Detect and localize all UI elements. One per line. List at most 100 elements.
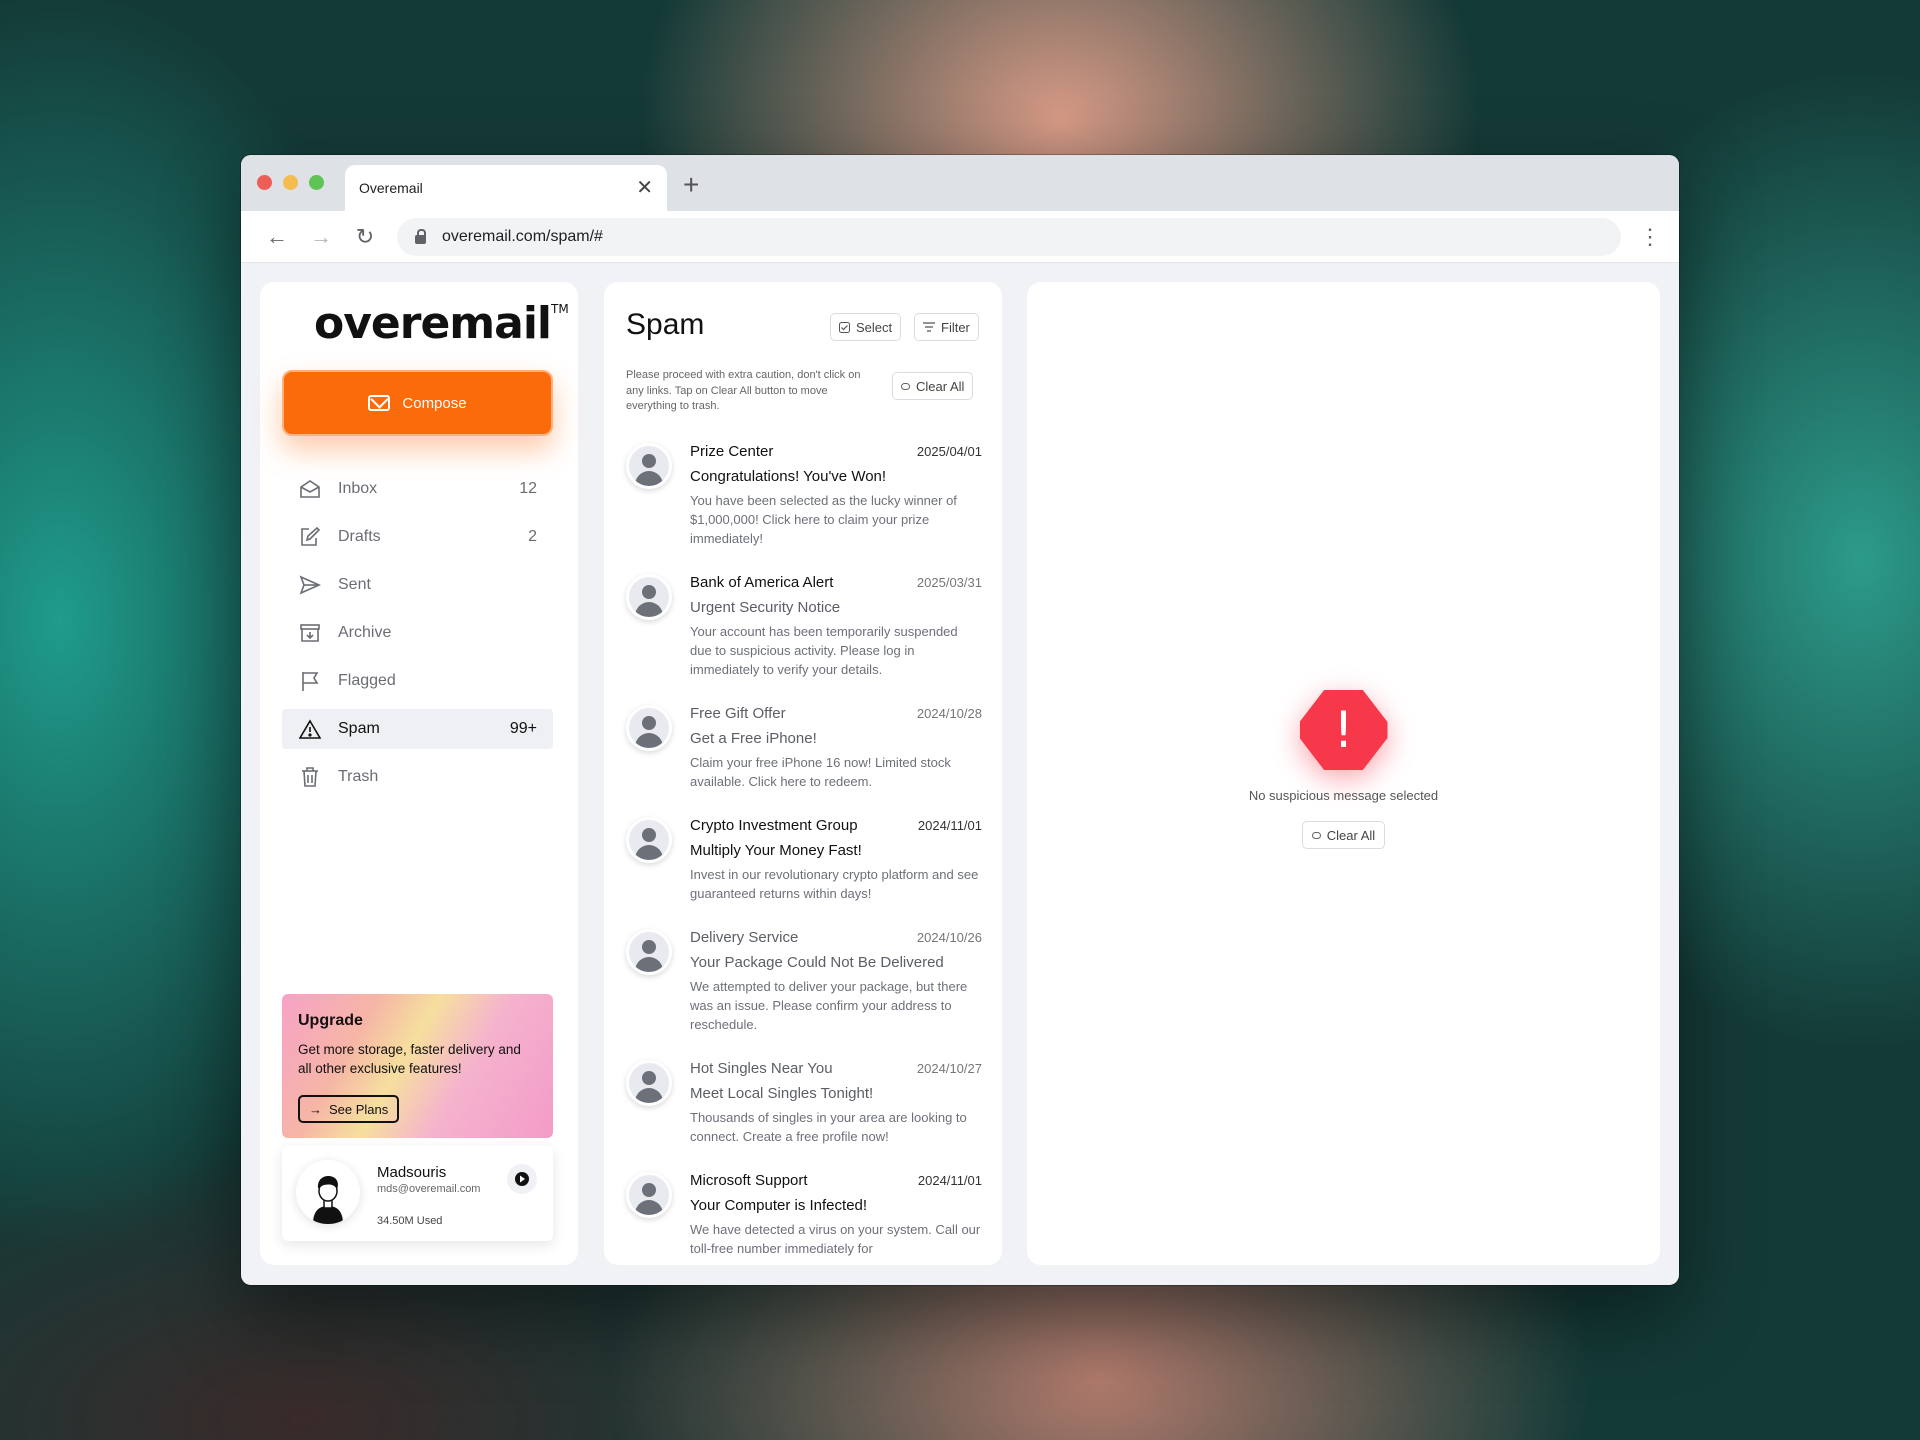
- profile-name: Madsouris: [377, 1164, 447, 1181]
- sidebar-item-count: 12: [519, 480, 537, 497]
- empty-state-text: No suspicious message selected: [1248, 788, 1439, 803]
- sidebar-item-label: Flagged: [338, 672, 396, 689]
- message-date: 2025/04/01: [916, 444, 982, 459]
- sender-avatar: [626, 705, 672, 751]
- message-subject: Your Computer is Infected!: [690, 1197, 868, 1214]
- list-item[interactable]: Microsoft Support 2024/11/01 Your Compute…: [626, 1172, 982, 1265]
- compose-button[interactable]: Compose: [282, 370, 553, 436]
- sidebar-item-flagged[interactable]: Flagged: [282, 661, 553, 701]
- inbox-icon: [298, 477, 322, 501]
- sidebar-item-sent[interactable]: Sent: [282, 565, 553, 605]
- message-subject: Get a Free iPhone!: [690, 730, 817, 747]
- url-field[interactable]: overemail.com/spam/#: [397, 217, 1621, 256]
- sidebar-item-archive[interactable]: Archive: [282, 613, 553, 653]
- eraser-icon: [901, 382, 910, 390]
- sidebar-item-label: Drafts: [338, 528, 381, 545]
- clear-all-label: Clear All: [1326, 827, 1376, 843]
- message-subject: Urgent Security Notice: [690, 599, 841, 616]
- upgrade-text: Get more storage, faster delivery and al…: [298, 1042, 521, 1076]
- flag-icon: [298, 669, 322, 693]
- message-preview: We have detected a virus on your system.…: [690, 1222, 981, 1256]
- alert-octagon-icon: !: [1299, 690, 1388, 770]
- clear-all-button[interactable]: Clear All: [892, 372, 974, 400]
- filter-icon: [923, 322, 935, 332]
- upgrade-title: Upgrade: [298, 1012, 363, 1029]
- message-date: 2024/11/01: [917, 1173, 982, 1188]
- sender-avatar: [626, 929, 672, 975]
- message-preview: You have been selected as the lucky winn…: [690, 493, 957, 546]
- message-detail-panel: ! No suspicious message selected Clear A…: [1027, 282, 1660, 1265]
- address-bar-row: ← → ↻ overemail.com/spam/# ⋮: [241, 211, 1679, 263]
- see-plans-button[interactable]: → See Plans: [298, 1095, 400, 1123]
- folder-nav: Inbox 12 Drafts 2 Sent Archive Flagged S…: [282, 469, 553, 805]
- message-preview: Claim your free iPhone 16 now! Limited s…: [690, 755, 951, 789]
- upgrade-card: Upgrade Get more storage, faster deliver…: [282, 994, 553, 1138]
- window-controls: [257, 175, 324, 190]
- sender-name: Delivery Service: [690, 929, 799, 946]
- see-plans-label: See Plans: [329, 1101, 389, 1117]
- minimize-window-button[interactable]: [283, 175, 298, 190]
- message-subject: Your Package Could Not Be Delivered: [690, 954, 944, 971]
- new-tab-icon[interactable]: +: [683, 171, 699, 199]
- filter-label: Filter: [941, 319, 970, 335]
- sender-avatar: [626, 443, 672, 489]
- lock-icon: [415, 228, 426, 244]
- page-title: Spam: [626, 308, 705, 341]
- clear-all-button[interactable]: Clear All: [1301, 821, 1386, 849]
- drafts-icon: [298, 525, 322, 549]
- sent-icon: [298, 573, 322, 597]
- avatar[interactable]: [296, 1160, 360, 1224]
- list-item[interactable]: Delivery Service 2024/10/26 Your Package …: [626, 929, 982, 1060]
- select-label: Select: [856, 319, 893, 335]
- list-item[interactable]: Free Gift Offer 2024/10/28 Get a Free iPh…: [626, 705, 982, 817]
- list-item[interactable]: Bank of America Alert 2025/03/31 Urgent S…: [626, 574, 982, 705]
- filter-button[interactable]: Filter: [914, 313, 979, 341]
- trash-icon: [298, 765, 322, 789]
- logo-trademark: TM: [551, 302, 569, 316]
- app-logo[interactable]: overemailTM: [314, 298, 569, 349]
- envelope-icon: [368, 395, 391, 411]
- sidebar-item-label: Sent: [338, 576, 371, 593]
- compose-label: Compose: [402, 394, 467, 412]
- forward-icon[interactable]: →: [299, 224, 343, 250]
- list-item[interactable]: Prize Center 2025/04/01 Congratulations! …: [626, 443, 982, 574]
- tab-bar: Overemail ✕ +: [241, 155, 1679, 211]
- sidebar-item-spam[interactable]: Spam 99+: [282, 709, 553, 749]
- caution-notice: Please proceed with extra caution, don't…: [626, 369, 861, 412]
- sender-avatar: [626, 1172, 672, 1218]
- clear-all-label: Clear All: [916, 378, 965, 394]
- list-item[interactable]: Crypto Investment Group 2024/11/01 Multip…: [626, 817, 982, 929]
- sidebar-item-count: 2: [528, 528, 537, 545]
- message-date: 2024/10/27: [916, 1061, 982, 1076]
- sidebar-item-label: Inbox: [338, 480, 378, 497]
- eraser-icon: [1311, 831, 1321, 839]
- message-date: 2025/03/31: [916, 575, 982, 590]
- profile-card: Madsouris mds@overemail.com 34.50M Used: [282, 1146, 553, 1241]
- url-text: overemail.com/spam/#: [442, 227, 603, 245]
- browser-tab[interactable]: Overemail ✕: [345, 165, 667, 211]
- maximize-window-button[interactable]: [309, 175, 324, 190]
- reload-icon[interactable]: ↻: [343, 224, 387, 250]
- sidebar-item-trash[interactable]: Trash: [282, 757, 553, 797]
- profile-email: mds@overemail.com: [377, 1183, 481, 1195]
- select-button[interactable]: Select: [830, 313, 902, 341]
- sidebar-item-inbox[interactable]: Inbox 12: [282, 469, 553, 509]
- message-subject: Congratulations! You've Won!: [690, 468, 887, 485]
- sidebar-item-label: Spam: [338, 720, 380, 737]
- close-tab-icon[interactable]: ✕: [636, 178, 653, 198]
- message-date: 2024/11/01: [917, 818, 982, 833]
- sidebar-item-drafts[interactable]: Drafts 2: [282, 517, 553, 557]
- message-preview: Your account has been temporarily suspen…: [690, 624, 958, 677]
- message-subject: Meet Local Singles Tonight!: [690, 1085, 874, 1102]
- profile-menu-icon[interactable]: [507, 1164, 537, 1194]
- back-icon[interactable]: ←: [255, 224, 299, 250]
- browser-menu-icon[interactable]: ⋮: [1635, 225, 1665, 248]
- sender-name: Bank of America Alert: [690, 574, 834, 591]
- sidebar-item-label: Archive: [338, 624, 392, 641]
- sender-name: Crypto Investment Group: [690, 817, 858, 834]
- sender-name: Hot Singles Near You: [690, 1060, 833, 1077]
- browser-window: Overemail ✕ + ← → ↻ overemail.com/spam/#…: [241, 155, 1679, 1285]
- close-window-button[interactable]: [257, 175, 272, 190]
- sidebar-item-label: Trash: [338, 768, 379, 785]
- list-item[interactable]: Hot Singles Near You 2024/10/27 Meet Loca…: [626, 1060, 982, 1172]
